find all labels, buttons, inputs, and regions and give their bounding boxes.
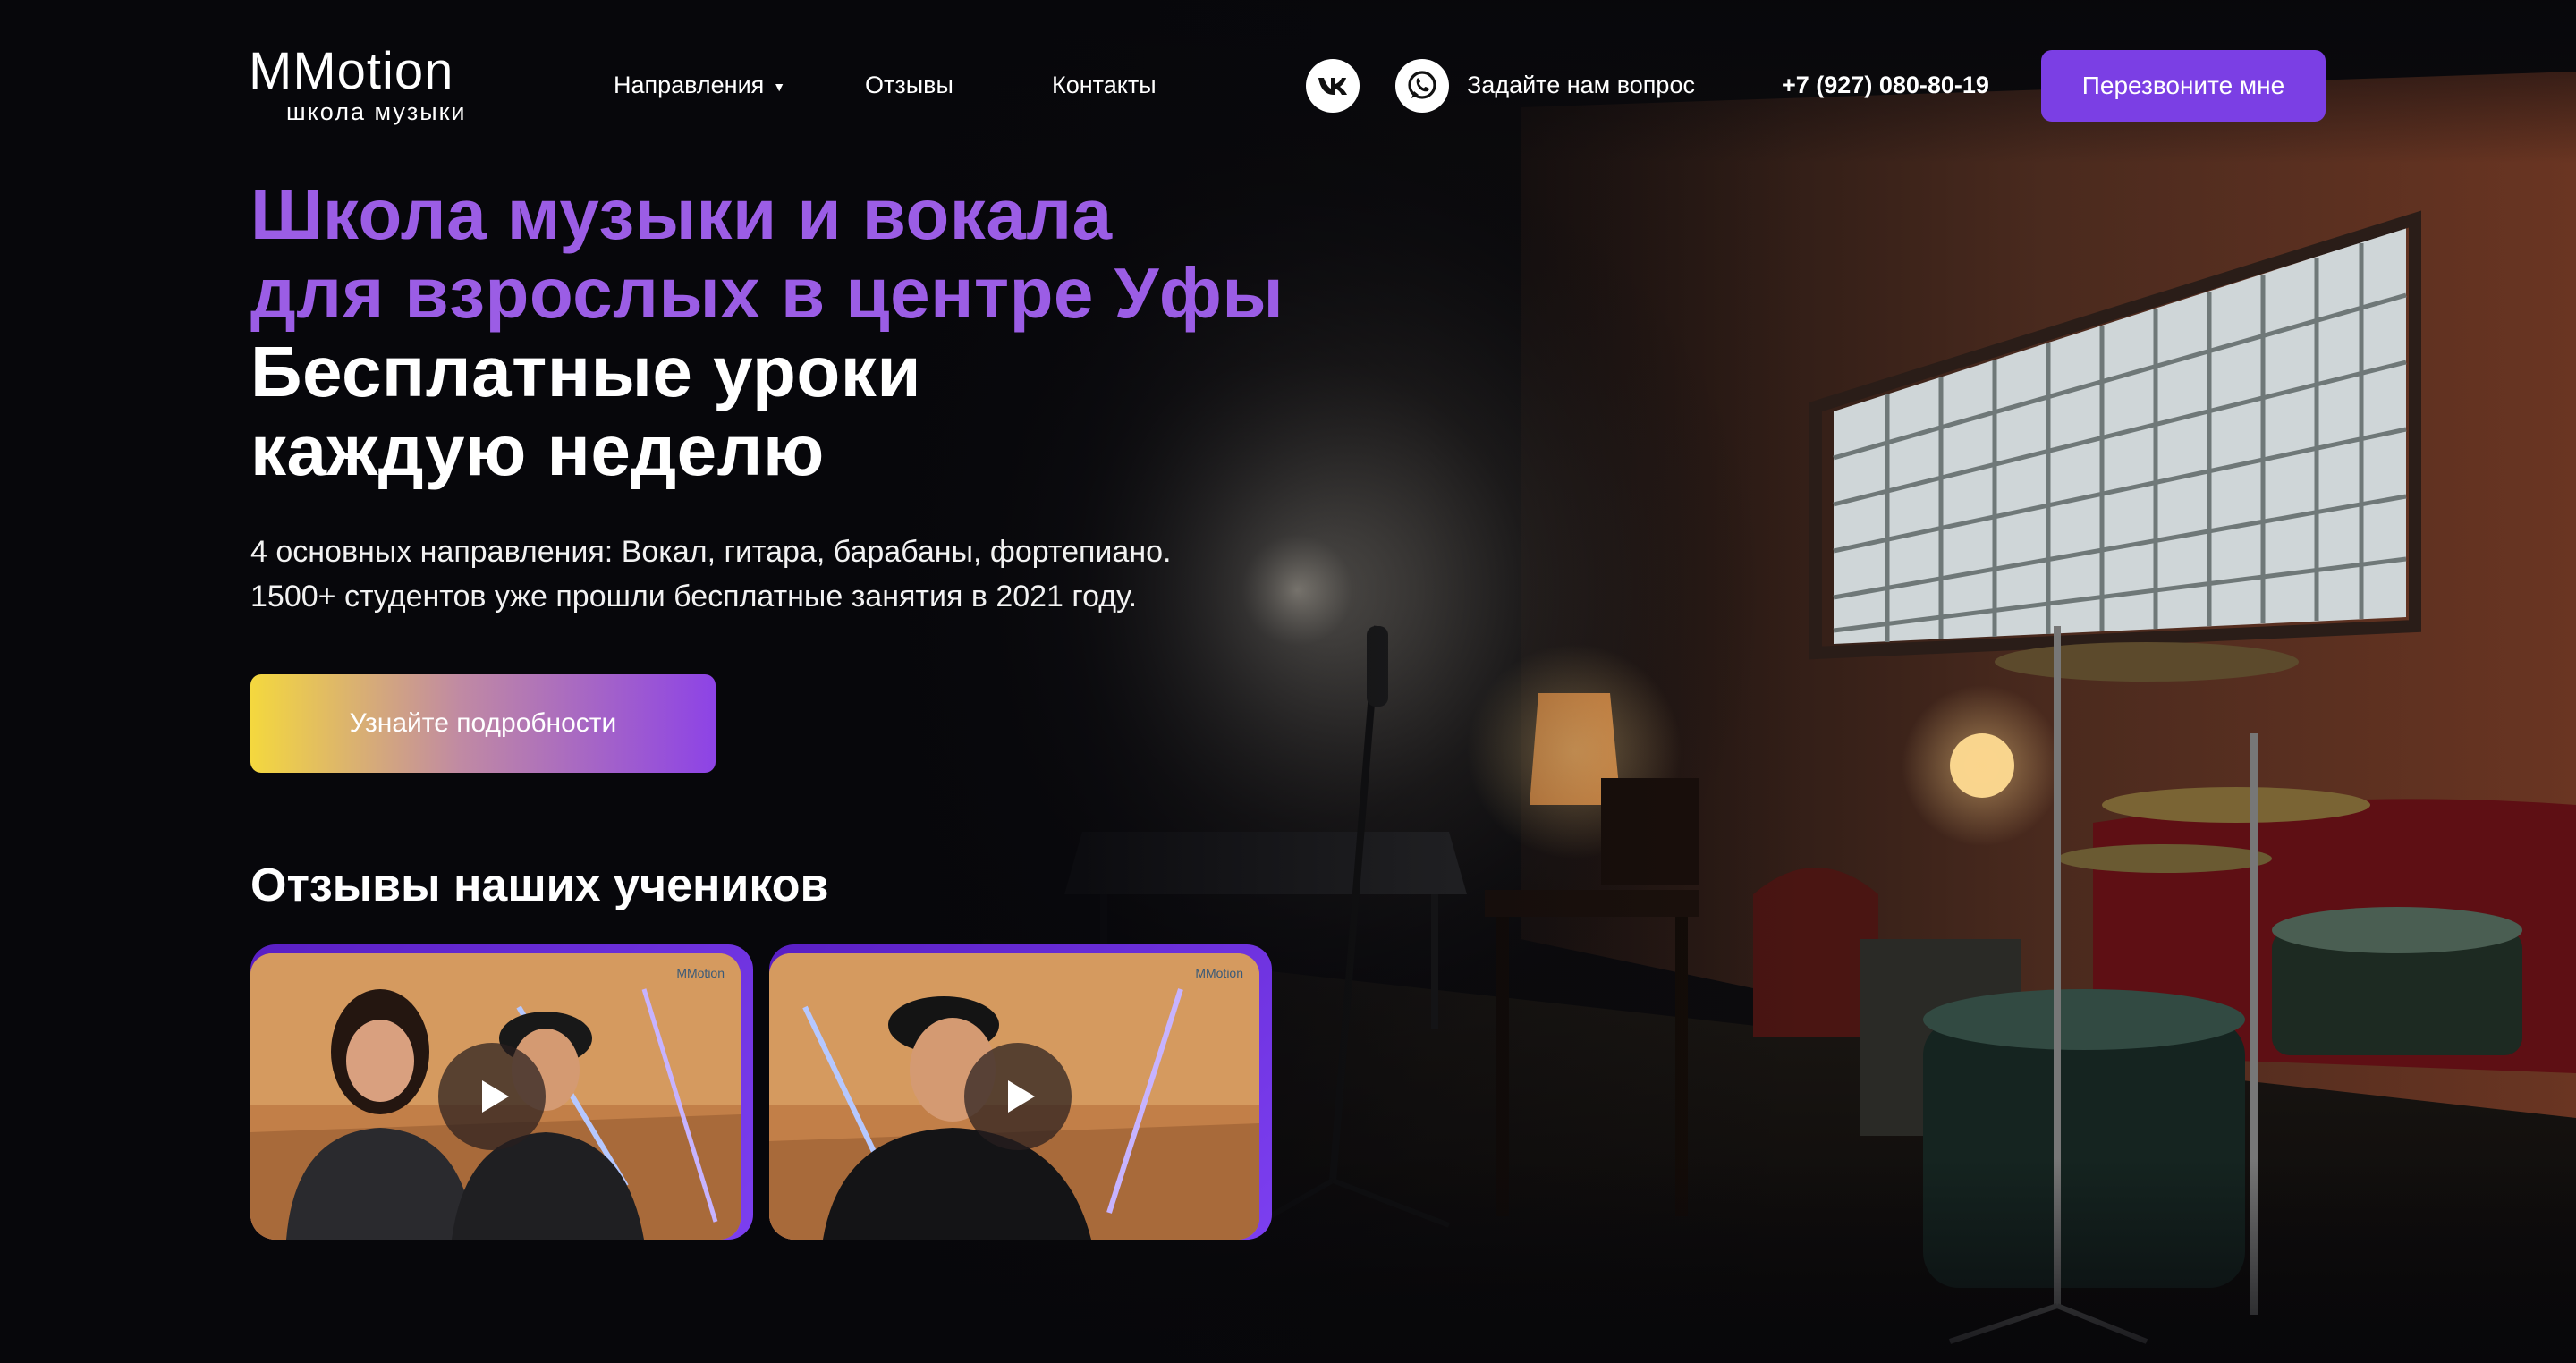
nav-item-contacts[interactable]: Контакты: [1052, 70, 1157, 100]
caret-down-icon: ▼: [773, 79, 786, 94]
hero-title: Школа музыки и вокала для взрослых в цен…: [250, 175, 1284, 490]
site-header: MMotion школа музыки Направления ▼ Отзывы…: [0, 0, 2576, 170]
hero-title-line: Школа музыки и вокала: [250, 174, 1113, 254]
review-video-card[interactable]: MMotion: [769, 944, 1272, 1240]
hero-subtitle-line: Бесплатные уроки: [250, 332, 921, 411]
logo-subtitle: школа музыки: [286, 98, 467, 125]
video-thumbnail: MMotion: [250, 953, 741, 1240]
review-video-card[interactable]: MMotion: [250, 944, 753, 1240]
hero-description-line: 1500+ студентов уже прошли бесплатные за…: [250, 580, 1138, 614]
logo[interactable]: MMotion школа музыки: [249, 42, 526, 126]
video-watermark: MMotion: [676, 966, 724, 980]
hero-subtitle-line: каждую неделю: [250, 411, 825, 490]
nav-item-directions[interactable]: Направления ▼: [614, 70, 785, 102]
vk-icon[interactable]: [1306, 59, 1360, 113]
ask-question-link[interactable]: Задайте нам вопрос: [1467, 70, 1695, 100]
callback-button[interactable]: Перезвоните мне: [2041, 50, 2326, 122]
nav-item-label: Направления: [614, 72, 765, 98]
phone-link[interactable]: +7 (927) 080-80-19: [1782, 70, 1989, 100]
hero-title-line: для взрослых в центре Уфы: [250, 253, 1284, 333]
whatsapp-logo-icon: [1408, 71, 1436, 99]
hero-description: 4 основных направления: Вокал, гитара, б…: [250, 529, 1171, 619]
play-icon[interactable]: [964, 1043, 1072, 1150]
hero-description-line: 4 основных направления: Вокал, гитара, б…: [250, 535, 1172, 569]
vk-logo-icon: [1318, 78, 1347, 95]
nav-item-reviews[interactable]: Отзывы: [865, 70, 953, 100]
whatsapp-icon[interactable]: [1395, 59, 1449, 113]
landing-page: MMotion школа музыки Направления ▼ Отзывы…: [0, 0, 2576, 1363]
learn-more-button[interactable]: Узнайте подробности: [250, 674, 716, 773]
play-icon[interactable]: [438, 1043, 546, 1150]
video-watermark: MMotion: [1195, 966, 1243, 980]
logo-title: MMotion: [249, 42, 454, 100]
video-thumbnail: MMotion: [769, 953, 1259, 1240]
reviews-heading: Отзывы наших учеников: [250, 859, 829, 911]
